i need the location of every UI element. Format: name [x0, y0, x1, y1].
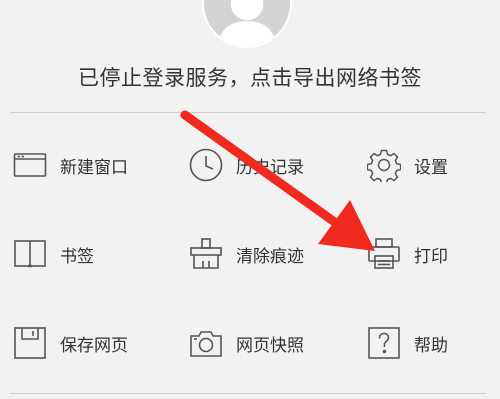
- gear-icon: [366, 147, 402, 183]
- menu-grid: 新建窗口 历史记录 设置 书签 清除痕迹 打印 保存网页 网页快照 帮助: [0, 120, 500, 390]
- clock-icon: [188, 147, 224, 183]
- camera-icon: [188, 325, 224, 361]
- export-bookmarks-notice[interactable]: 已停止登录服务，点击导出网络书签: [0, 62, 500, 92]
- menu-item-new-window[interactable]: 新建窗口: [12, 139, 128, 191]
- menu-item-label: 新建窗口: [60, 157, 128, 178]
- menu-item-label: 书签: [60, 246, 94, 267]
- printer-icon: [366, 236, 402, 272]
- menu-item-snapshot[interactable]: 网页快照: [188, 317, 304, 369]
- menu-item-label: 设置: [414, 157, 448, 178]
- menu-item-help[interactable]: 帮助: [366, 317, 448, 369]
- user-silhouette-icon: [204, 0, 290, 46]
- menu-item-label: 帮助: [414, 335, 448, 356]
- menu-item-label: 历史记录: [236, 157, 304, 178]
- clear-traces-icon: [188, 236, 224, 272]
- menu-item-label: 清除痕迹: [236, 246, 304, 267]
- menu-item-label: 保存网页: [60, 335, 128, 356]
- menu-item-settings[interactable]: 设置: [366, 139, 448, 191]
- menu-item-label: 打印: [414, 246, 448, 267]
- help-icon: [366, 325, 402, 361]
- divider-top: [10, 112, 486, 113]
- new-window-icon: [12, 147, 48, 183]
- menu-item-save-page[interactable]: 保存网页: [12, 317, 128, 369]
- menu-item-clear-traces[interactable]: 清除痕迹: [188, 228, 304, 280]
- avatar[interactable]: [202, 0, 292, 48]
- menu-item-label: 网页快照: [236, 335, 304, 356]
- menu-item-history[interactable]: 历史记录: [188, 139, 304, 191]
- menu-item-bookmarks[interactable]: 书签: [12, 228, 94, 280]
- menu-item-print[interactable]: 打印: [366, 228, 448, 280]
- book-icon: [12, 236, 48, 272]
- divider-bottom: [10, 393, 486, 394]
- save-page-icon: [12, 325, 48, 361]
